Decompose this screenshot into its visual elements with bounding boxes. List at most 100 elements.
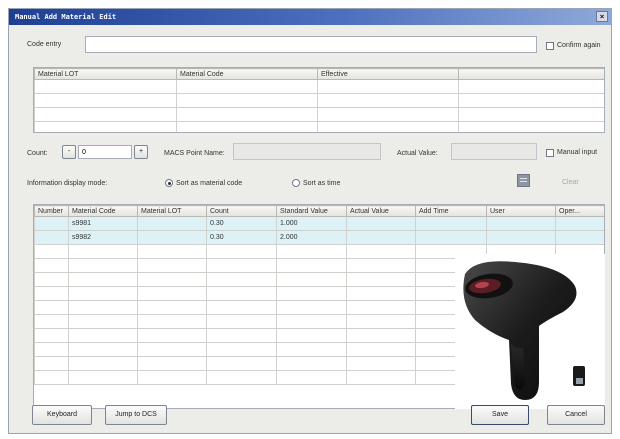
table-cell bbox=[137, 230, 207, 245]
table-cell bbox=[276, 258, 347, 273]
table-cell bbox=[346, 328, 416, 343]
column-header[interactable]: Number bbox=[34, 205, 69, 217]
table-cell: 0.30 bbox=[206, 230, 277, 245]
cancel-button[interactable]: Cancel bbox=[547, 405, 605, 425]
table-row[interactable] bbox=[34, 93, 604, 108]
table-cell bbox=[68, 258, 138, 273]
material-lot-table: Material LOT Material Code Effective bbox=[33, 67, 605, 133]
table-cell bbox=[68, 244, 138, 259]
table-row[interactable]: s9982 0.30 2.000 bbox=[34, 230, 604, 245]
table-cell bbox=[276, 370, 347, 385]
table-row[interactable]: s9981 0.30 1.000 bbox=[34, 216, 604, 231]
table-cell bbox=[206, 300, 277, 315]
table-cell bbox=[346, 244, 416, 259]
table-cell bbox=[346, 300, 416, 315]
table-cell bbox=[137, 328, 207, 343]
table-cell bbox=[415, 230, 487, 245]
table-cell bbox=[137, 244, 207, 259]
confirm-again-checkbox[interactable] bbox=[546, 42, 554, 50]
window-title: Manual Add Material Edit bbox=[15, 13, 117, 21]
column-header[interactable] bbox=[458, 68, 604, 80]
table-cell bbox=[555, 216, 604, 231]
save-button[interactable]: Save bbox=[471, 405, 529, 425]
column-header[interactable]: Effective bbox=[317, 68, 459, 80]
confirm-again-label: Confirm again bbox=[557, 42, 601, 49]
table-cell bbox=[317, 107, 459, 122]
column-header[interactable]: Oper... bbox=[555, 205, 604, 217]
table-cell bbox=[34, 300, 69, 315]
table-cell bbox=[68, 300, 138, 315]
table-cell: 0.30 bbox=[206, 216, 277, 231]
actual-value-label: Actual Value: bbox=[397, 150, 438, 157]
increment-button[interactable]: + bbox=[134, 145, 148, 159]
table-cell bbox=[68, 356, 138, 371]
table-cell bbox=[34, 107, 177, 122]
barcode-scanner-icon bbox=[455, 254, 605, 409]
table-cell bbox=[137, 300, 207, 315]
table-cell bbox=[137, 258, 207, 273]
decrement-button[interactable]: - bbox=[62, 145, 76, 159]
macs-point-label: MACS Point Name: bbox=[164, 150, 225, 157]
table-cell bbox=[346, 216, 416, 231]
keyboard-button[interactable]: Keyboard bbox=[32, 405, 92, 425]
table-cell bbox=[276, 300, 347, 315]
table-cell bbox=[346, 370, 416, 385]
table-cell bbox=[68, 328, 138, 343]
clear-button[interactable]: Clear bbox=[562, 179, 579, 186]
table-cell bbox=[34, 370, 69, 385]
sort-material-code-radio[interactable] bbox=[165, 179, 173, 187]
column-header[interactable]: Standard Value bbox=[276, 205, 347, 217]
manual-input-checkbox[interactable] bbox=[546, 149, 554, 157]
table-cell bbox=[276, 314, 347, 329]
table-row[interactable] bbox=[34, 121, 604, 132]
table-cell bbox=[555, 230, 604, 245]
table-cell bbox=[137, 216, 207, 231]
jump-to-dcs-button[interactable]: Jump to DCS bbox=[105, 405, 167, 425]
table-cell bbox=[176, 121, 318, 132]
code-entry-input[interactable] bbox=[85, 36, 537, 53]
table-cell bbox=[276, 244, 347, 259]
sort-time-radio[interactable] bbox=[292, 179, 300, 187]
column-header[interactable]: Material Code bbox=[176, 68, 318, 80]
table-cell bbox=[34, 244, 69, 259]
table-row[interactable] bbox=[34, 107, 604, 122]
table-cell bbox=[458, 79, 604, 94]
column-header[interactable]: Actual Value bbox=[346, 205, 416, 217]
table-row[interactable] bbox=[34, 79, 604, 94]
column-header[interactable]: Material Code bbox=[68, 205, 138, 217]
table-cell bbox=[346, 272, 416, 287]
table-cell bbox=[68, 370, 138, 385]
column-header[interactable]: Count bbox=[206, 205, 277, 217]
table-cell bbox=[276, 356, 347, 371]
table-cell bbox=[346, 286, 416, 301]
table-icon[interactable] bbox=[517, 174, 530, 187]
table-cell bbox=[34, 328, 69, 343]
column-header[interactable]: Add Time bbox=[415, 205, 487, 217]
table-cell bbox=[346, 258, 416, 273]
table-cell: s9981 bbox=[68, 216, 138, 231]
count-label: Count: bbox=[27, 150, 48, 157]
macs-point-input[interactable] bbox=[233, 143, 381, 160]
table-cell bbox=[34, 230, 69, 245]
table-cell bbox=[458, 93, 604, 108]
table-cell bbox=[486, 230, 556, 245]
count-input[interactable] bbox=[78, 145, 132, 159]
manual-input-label: Manual input bbox=[557, 149, 598, 156]
actual-value-input[interactable] bbox=[451, 143, 537, 160]
table-cell bbox=[276, 328, 347, 343]
table-cell bbox=[206, 286, 277, 301]
table-cell bbox=[317, 93, 459, 108]
table-cell bbox=[34, 356, 69, 371]
column-header[interactable]: Material LOT bbox=[137, 205, 207, 217]
column-header[interactable]: User bbox=[486, 205, 556, 217]
table-cell bbox=[34, 286, 69, 301]
title-bar[interactable]: Manual Add Material Edit × bbox=[9, 9, 611, 25]
table-cell bbox=[206, 342, 277, 357]
table-cell bbox=[486, 216, 556, 231]
close-icon[interactable]: × bbox=[596, 11, 608, 22]
table-cell bbox=[206, 244, 277, 259]
table-cell bbox=[34, 93, 177, 108]
column-header[interactable]: Material LOT bbox=[34, 68, 177, 80]
table-cell bbox=[34, 314, 69, 329]
table-cell bbox=[346, 314, 416, 329]
